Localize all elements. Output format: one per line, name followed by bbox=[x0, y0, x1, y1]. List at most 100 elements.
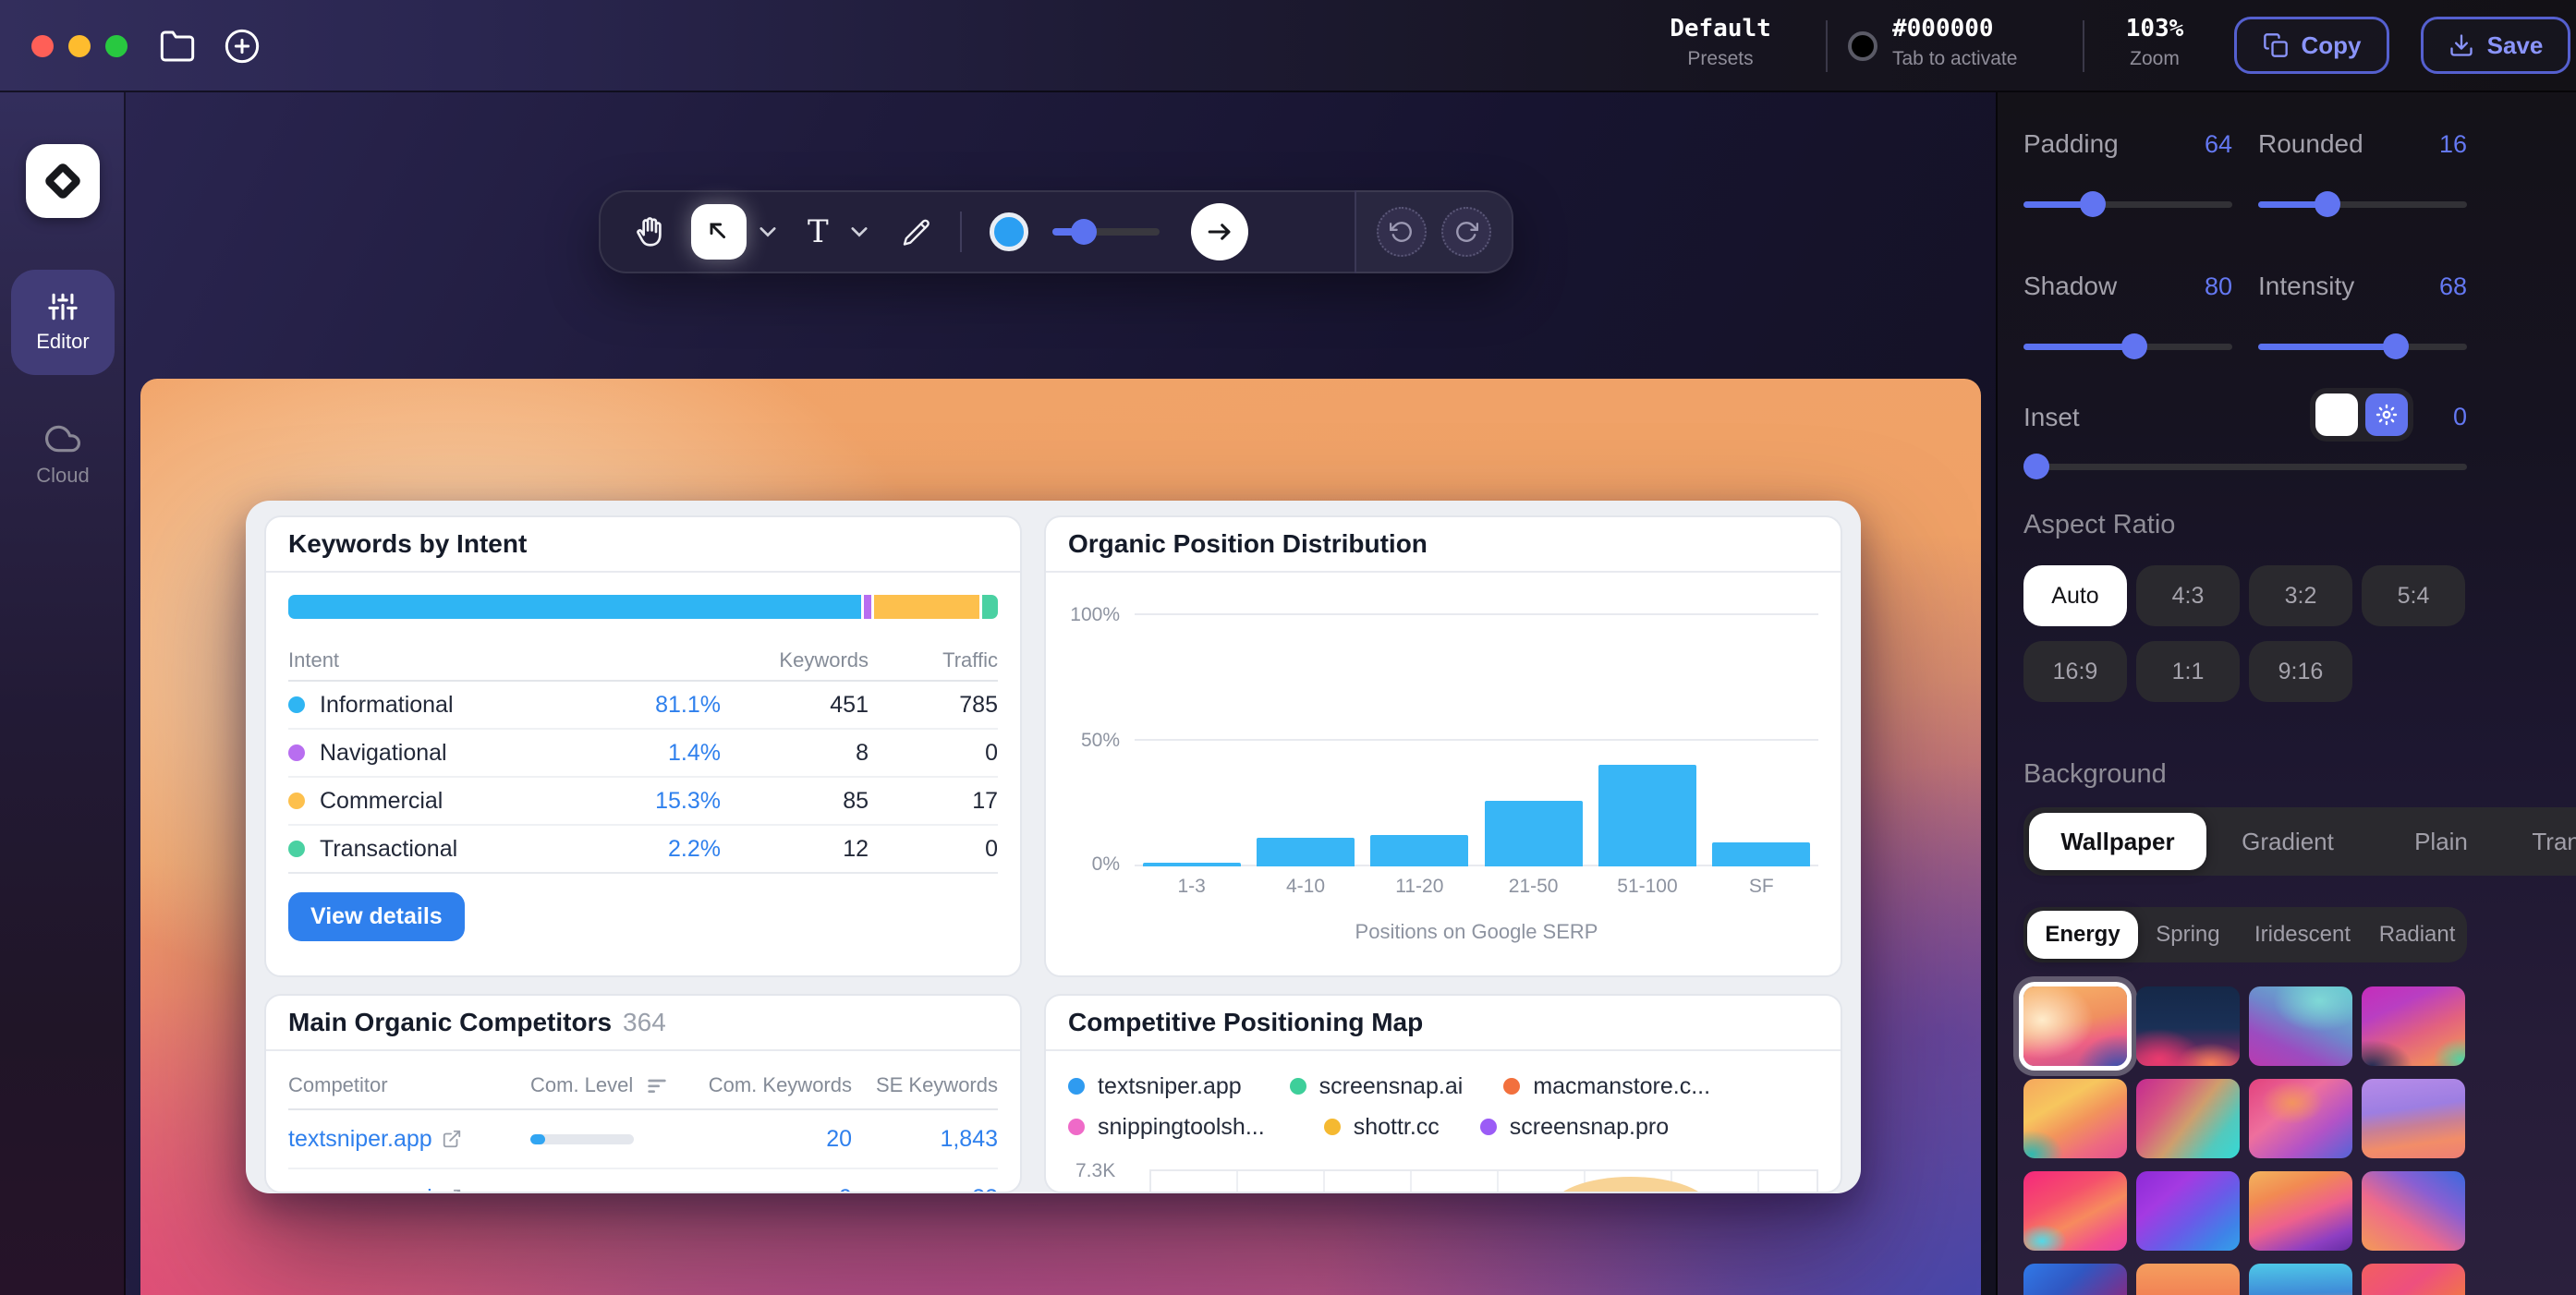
background-type-tabs: Wallpaper Gradient Plain Transparent bbox=[2023, 807, 2576, 876]
wallpaper-thumb-11[interactable] bbox=[2362, 1171, 2465, 1251]
aspect-3-2-button[interactable]: 3:2 bbox=[2249, 565, 2352, 626]
col-com-level[interactable]: Com. Level bbox=[530, 1073, 697, 1097]
tab-plain[interactable]: Plain bbox=[2369, 828, 2513, 856]
distribution-bar bbox=[1370, 835, 1468, 866]
minimize-window-button[interactable] bbox=[68, 35, 91, 57]
wallpaper-thumb-14[interactable] bbox=[2249, 1264, 2352, 1295]
wallpaper-thumb-9[interactable] bbox=[2136, 1171, 2240, 1251]
copy-button[interactable]: Copy bbox=[2234, 17, 2389, 74]
zoom-value: 103% bbox=[2107, 15, 2203, 42]
draw-tool-button[interactable] bbox=[899, 215, 932, 248]
color-control[interactable]: #000000 Tab to activate bbox=[1892, 15, 2051, 70]
intensity-slider[interactable] bbox=[2258, 344, 2467, 350]
competitor-link[interactable]: screensnap.ai bbox=[288, 1185, 432, 1194]
inset-mode-toggle[interactable] bbox=[2310, 388, 2413, 442]
undo-button[interactable] bbox=[1377, 207, 1427, 257]
aspect-1-1-button[interactable]: 1:1 bbox=[2136, 641, 2240, 702]
legend-item[interactable]: screensnap.pro bbox=[1480, 1114, 1669, 1141]
wallpaper-thumb-7[interactable] bbox=[2362, 1079, 2465, 1158]
aspect-4-3-button[interactable]: 4:3 bbox=[2136, 565, 2240, 626]
se-keywords-link[interactable]: 33 bbox=[852, 1185, 998, 1194]
tab-iridescent[interactable]: Iridescent bbox=[2238, 922, 2367, 948]
zoom-control[interactable]: 103% Zoom bbox=[2107, 15, 2203, 70]
wallpaper-thumb-2[interactable] bbox=[2249, 986, 2352, 1066]
pan-tool-button[interactable] bbox=[632, 214, 667, 249]
intent-name: Commercial bbox=[320, 788, 543, 815]
external-link-icon[interactable] bbox=[442, 1188, 462, 1193]
sidebar-item-cloud[interactable]: Cloud bbox=[11, 406, 115, 502]
wallpaper-thumb-8[interactable] bbox=[2023, 1171, 2127, 1251]
external-link-icon[interactable] bbox=[442, 1129, 462, 1149]
wallpaper-thumb-3[interactable] bbox=[2362, 986, 2465, 1066]
intensity-control: Intensity68 bbox=[2258, 272, 2467, 301]
wallpaper-thumb-5[interactable] bbox=[2136, 1079, 2240, 1158]
se-keywords-link[interactable]: 1,843 bbox=[852, 1126, 998, 1153]
aspect-16-9-button[interactable]: 16:9 bbox=[2023, 641, 2127, 702]
intent-percent-link[interactable]: 1.4% bbox=[543, 740, 721, 767]
legend-item[interactable]: shottr.cc bbox=[1324, 1114, 1440, 1141]
aspect-9-16-button[interactable]: 9:16 bbox=[2249, 641, 2352, 702]
intent-percent-link[interactable]: 15.3% bbox=[543, 788, 721, 815]
tab-wallpaper[interactable]: Wallpaper bbox=[2029, 813, 2206, 870]
inset-glow-option[interactable] bbox=[2365, 393, 2408, 436]
color-picker-swatch[interactable] bbox=[1848, 31, 1877, 61]
wallpaper-thumb-15[interactable] bbox=[2362, 1264, 2465, 1295]
card-title: Keywords by Intent bbox=[288, 529, 527, 559]
shadow-slider[interactable] bbox=[2023, 344, 2232, 350]
com-keywords-link[interactable]: 9 bbox=[697, 1185, 852, 1194]
zoom-window-button[interactable] bbox=[105, 35, 128, 57]
tab-spring[interactable]: Spring bbox=[2138, 922, 2238, 948]
com-keywords-link[interactable]: 20 bbox=[697, 1126, 852, 1153]
aspect-auto-button[interactable]: Auto bbox=[2023, 565, 2127, 626]
view-details-button[interactable]: View details bbox=[288, 892, 465, 941]
intent-percent-link[interactable]: 2.2% bbox=[543, 836, 721, 863]
stroke-width-slider[interactable] bbox=[1052, 228, 1160, 236]
canvas: Keywords by Intent Intent Keywords Traff… bbox=[126, 92, 1996, 1295]
text-tool-dropdown[interactable] bbox=[851, 226, 868, 237]
wallpaper-thumb-10[interactable] bbox=[2249, 1171, 2352, 1251]
intent-percent-link[interactable]: 81.1% bbox=[543, 692, 721, 719]
close-window-button[interactable] bbox=[31, 35, 54, 57]
shadow-control: Shadow80 bbox=[2023, 272, 2232, 301]
arrow-tool-button[interactable] bbox=[1191, 203, 1248, 260]
screenshot-preview[interactable]: Keywords by Intent Intent Keywords Traff… bbox=[246, 501, 1861, 1193]
wallpaper-thumb-1[interactable] bbox=[2136, 986, 2240, 1066]
open-folder-icon[interactable] bbox=[159, 28, 196, 72]
legend-item[interactable]: textsniper.app bbox=[1068, 1073, 1242, 1100]
wallpaper-thumb-6[interactable] bbox=[2249, 1079, 2352, 1158]
legend-item[interactable]: screensnap.ai bbox=[1290, 1073, 1464, 1100]
aspect-5-4-button[interactable]: 5:4 bbox=[2362, 565, 2465, 626]
padding-slider[interactable] bbox=[2023, 201, 2232, 208]
distribution-bar bbox=[1485, 801, 1583, 866]
wallpaper-thumb-13[interactable] bbox=[2136, 1264, 2240, 1295]
y-tick-label: 0% bbox=[1053, 853, 1120, 876]
wallpaper-thumb-0[interactable] bbox=[2023, 986, 2127, 1066]
inset-plain-option[interactable] bbox=[2315, 393, 2358, 436]
legend-item[interactable]: snippingtoolsh... bbox=[1068, 1114, 1265, 1141]
position-distribution-card: Organic Position Distribution 100% 50% 0… bbox=[1044, 515, 1842, 977]
intent-name: Informational bbox=[320, 692, 543, 719]
rounded-slider[interactable] bbox=[2258, 201, 2467, 208]
wallpaper-category-tabs: Energy Spring Iridescent Radiant bbox=[2023, 907, 2467, 962]
tab-radiant[interactable]: Radiant bbox=[2367, 922, 2467, 948]
redo-button[interactable] bbox=[1441, 207, 1491, 257]
save-button[interactable]: Save bbox=[2421, 17, 2570, 74]
sidebar-item-editor[interactable]: Editor bbox=[11, 270, 115, 375]
text-tool-button[interactable]: T bbox=[808, 216, 829, 248]
competitor-link[interactable]: textsniper.app bbox=[288, 1126, 432, 1153]
select-tool-button[interactable] bbox=[691, 204, 747, 260]
inset-slider[interactable] bbox=[2023, 464, 2467, 470]
presets-control[interactable]: Default Presets bbox=[1654, 15, 1787, 70]
wallpaper-thumb-4[interactable] bbox=[2023, 1079, 2127, 1158]
tab-energy[interactable]: Energy bbox=[2027, 911, 2138, 959]
stroke-color-swatch[interactable] bbox=[990, 212, 1028, 251]
new-document-icon[interactable] bbox=[224, 28, 261, 72]
select-tool-dropdown[interactable] bbox=[759, 226, 776, 237]
legend-item[interactable]: macmanstore.c... bbox=[1503, 1073, 1710, 1100]
col-com-keywords: Com. Keywords bbox=[697, 1073, 852, 1097]
tab-gradient[interactable]: Gradient bbox=[2206, 828, 2369, 856]
tab-transparent[interactable]: Transparent bbox=[2513, 828, 2576, 856]
intent-traffic: 17 bbox=[869, 788, 998, 815]
distribution-bar bbox=[1143, 863, 1241, 866]
wallpaper-thumb-12[interactable] bbox=[2023, 1264, 2127, 1295]
